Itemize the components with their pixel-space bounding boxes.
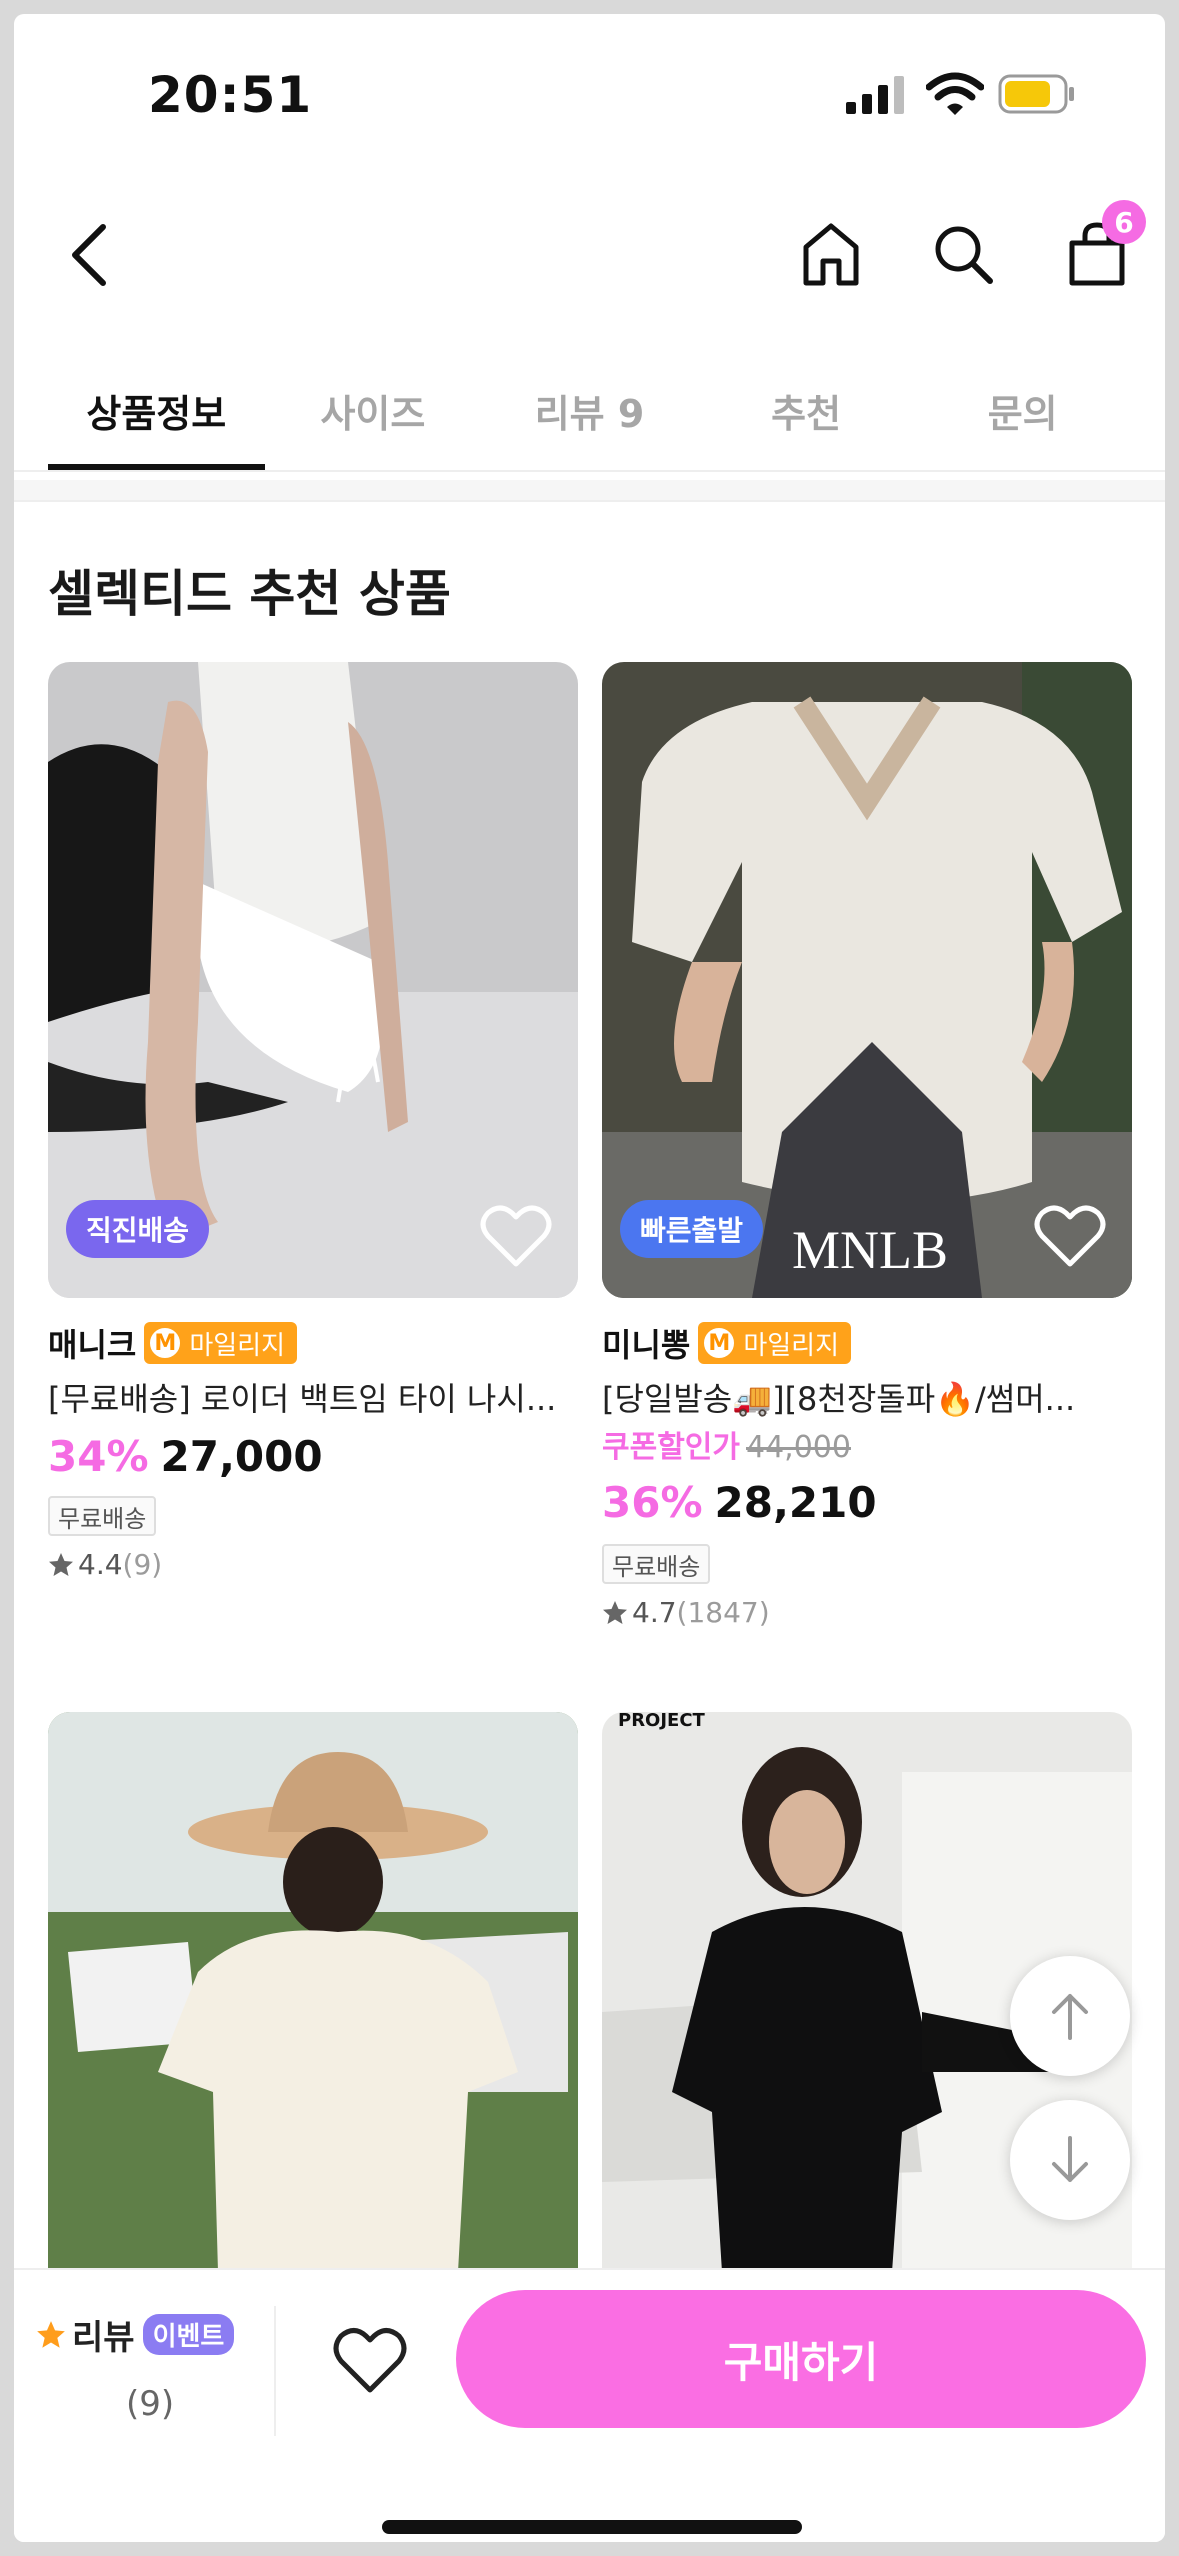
product-card[interactable]: 직진배송 매니크 M 마일리지 [무료배송] 로이더 백트임 타이 나시... … <box>48 662 578 1622</box>
tab-inquiry[interactable]: 문의 <box>914 350 1131 470</box>
brand-row: 미니뽕 M 마일리지 <box>602 1320 852 1366</box>
app-frame: 20:51 6 상품정보 사이즈 리뷰 9 추천 문의 셀렉티드 추천 상품 직… <box>14 14 1165 2542</box>
coupon-price-row: 쿠폰할인가 44,000 <box>602 1422 851 1466</box>
photo-caption: PROJECT <box>618 1712 705 1731</box>
mileage-label: 마일리지 <box>743 1330 840 1361</box>
product-name[interactable]: [무료배송] 로이더 백트임 타이 나시... <box>48 1374 578 1420</box>
delivery-tag: 빠른출발 <box>620 1200 764 1258</box>
event-badge: 이벤트 <box>142 2314 235 2355</box>
heart-icon[interactable] <box>332 2326 408 2396</box>
product-card[interactable]: MNLB 빠른출발 미니뽕 M 마일리지 [당일발송🚚][8천장돌파🔥/썸머..… <box>602 662 1132 1662</box>
rating: 4.4 (9) <box>48 1548 162 1581</box>
brand-row: 매니크 M 마일리지 <box>48 1320 298 1366</box>
original-price: 44,000 <box>746 1430 851 1465</box>
product-image[interactable]: 직진배송 <box>48 662 578 1298</box>
heart-icon[interactable] <box>1034 1204 1106 1270</box>
home-indicator <box>382 2520 802 2534</box>
search-button[interactable] <box>926 214 1000 294</box>
chevron-left-icon <box>72 224 106 286</box>
product-card[interactable] <box>48 1712 578 2272</box>
bottom-action-bar: 리뷰 이벤트 (9) 구매하기 <box>14 2268 1165 2542</box>
back-button[interactable] <box>54 210 124 300</box>
tab-product-info[interactable]: 상품정보 <box>48 350 265 470</box>
bar-divider <box>274 2306 276 2436</box>
discount-rate: 34% <box>48 1432 149 1481</box>
battery-icon <box>998 74 1074 114</box>
review-count: (9) <box>122 1548 163 1581</box>
mileage-label: 마일리지 <box>189 1330 286 1361</box>
price-row: 36% 28,210 <box>602 1478 877 1527</box>
mnlb-watermark: MNLB <box>792 1220 948 1280</box>
scroll-down-button[interactable] <box>1010 2100 1130 2220</box>
tab-recommend[interactable]: 추천 <box>698 350 915 470</box>
review-summary[interactable]: 리뷰 이벤트 (9) <box>36 2310 276 2430</box>
cellular-signal-icon <box>846 76 904 114</box>
product-image[interactable]: MNLB 빠른출발 <box>602 662 1132 1298</box>
free-shipping-badge: 무료배송 <box>48 1496 157 1536</box>
wifi-icon <box>926 72 984 115</box>
search-icon <box>935 226 993 284</box>
mileage-icon: M <box>147 1325 184 1361</box>
buy-button[interactable]: 구매하기 <box>456 2290 1146 2428</box>
review-label: 리뷰 <box>72 2318 135 2358</box>
brand-name[interactable]: 미니뽕 <box>602 1320 690 1366</box>
mileage-badge: M 마일리지 <box>698 1322 852 1364</box>
home-icon <box>803 223 859 286</box>
star-icon <box>49 1552 73 1576</box>
review-count: (1847) <box>676 1596 770 1629</box>
product-tabs: 상품정보 사이즈 리뷰 9 추천 문의 <box>48 350 1131 470</box>
coupon-label: 쿠폰할인가 <box>602 1430 740 1465</box>
price-row: 34% 27,000 <box>48 1432 323 1481</box>
review-count: (9) <box>126 2384 175 2424</box>
star-icon <box>37 2320 65 2348</box>
heart-icon[interactable] <box>480 1204 552 1270</box>
section-gap <box>14 480 1165 502</box>
cart-count-badge: 6 <box>1102 200 1146 244</box>
arrow-down-icon <box>1052 2136 1088 2182</box>
product-image[interactable] <box>48 1712 578 2272</box>
rating-value: 4.4 <box>78 1548 123 1581</box>
free-shipping-badge: 무료배송 <box>602 1544 711 1584</box>
star-icon <box>603 1600 627 1624</box>
section-title: 셀렉티드 추천 상품 <box>48 565 451 623</box>
product-photo <box>48 1712 578 2272</box>
tab-size[interactable]: 사이즈 <box>265 350 482 470</box>
review-title: 리뷰 이벤트 <box>36 2310 276 2359</box>
discount-rate: 36% <box>602 1478 703 1527</box>
status-time: 20:51 <box>148 66 313 124</box>
home-button[interactable] <box>794 214 868 294</box>
scroll-up-button[interactable] <box>1010 1956 1130 2076</box>
mileage-icon: M <box>701 1325 738 1361</box>
rating: 4.7 (1847) <box>602 1596 770 1629</box>
arrow-up-icon <box>1052 1994 1088 2040</box>
tab-review[interactable]: 리뷰 9 <box>481 350 698 470</box>
tab-divider <box>14 470 1165 472</box>
price: 27,000 <box>160 1432 323 1481</box>
price: 28,210 <box>714 1478 877 1527</box>
delivery-tag: 직진배송 <box>66 1200 210 1258</box>
rating-value: 4.7 <box>632 1596 677 1629</box>
product-name[interactable]: [당일발송🚚][8천장돌파🔥/썸머... <box>602 1374 1132 1420</box>
mileage-badge: M 마일리지 <box>144 1322 298 1364</box>
brand-name[interactable]: 매니크 <box>48 1320 136 1366</box>
